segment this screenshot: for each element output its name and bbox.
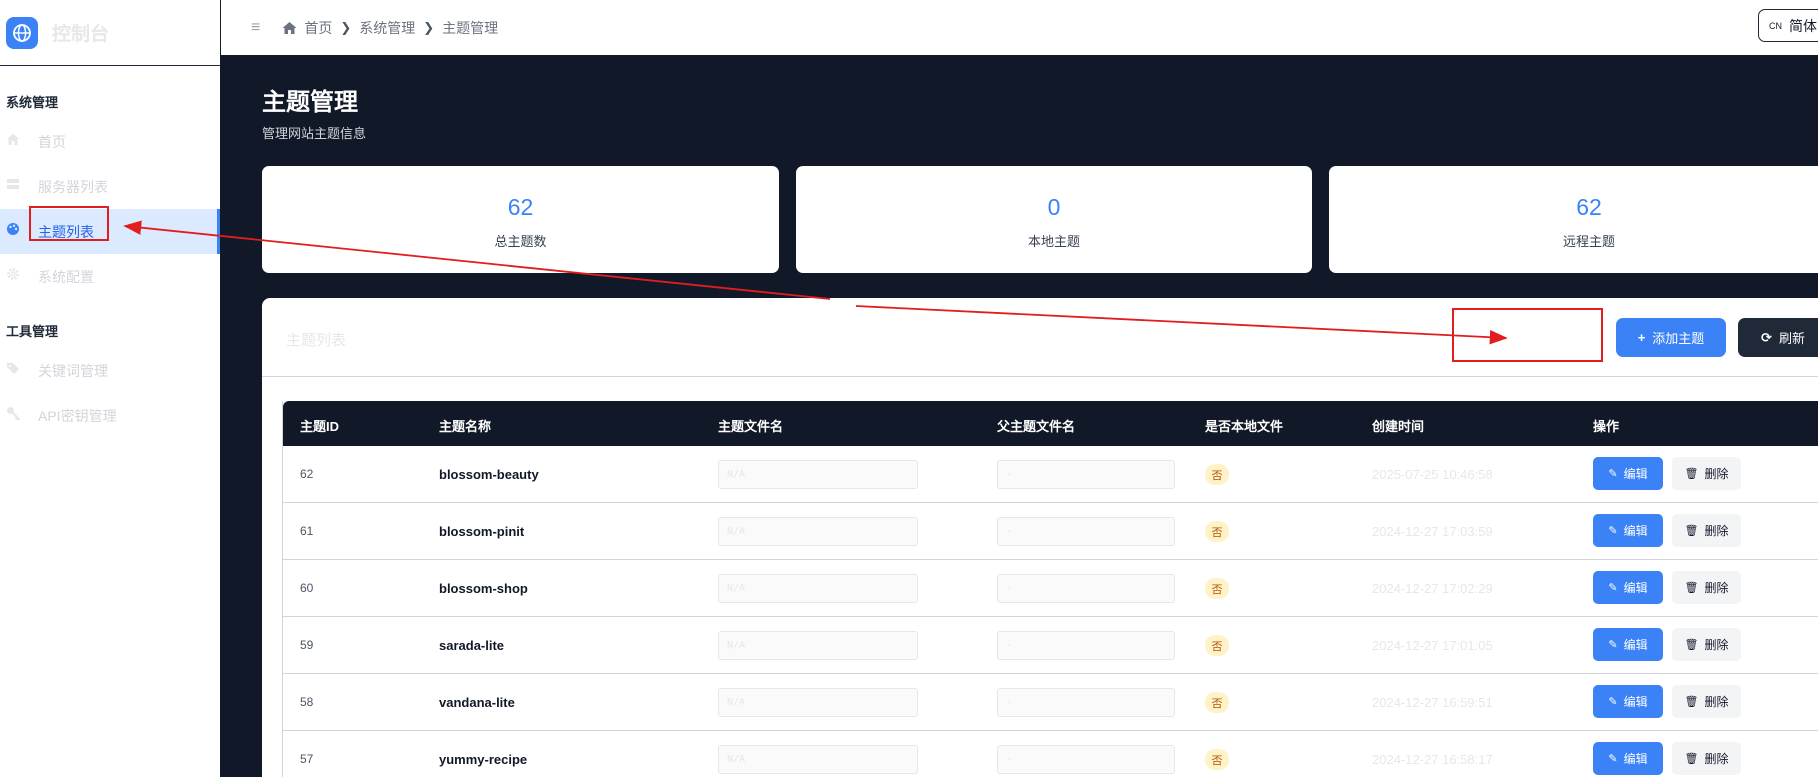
- annotation-arrows: [123, 220, 1508, 345]
